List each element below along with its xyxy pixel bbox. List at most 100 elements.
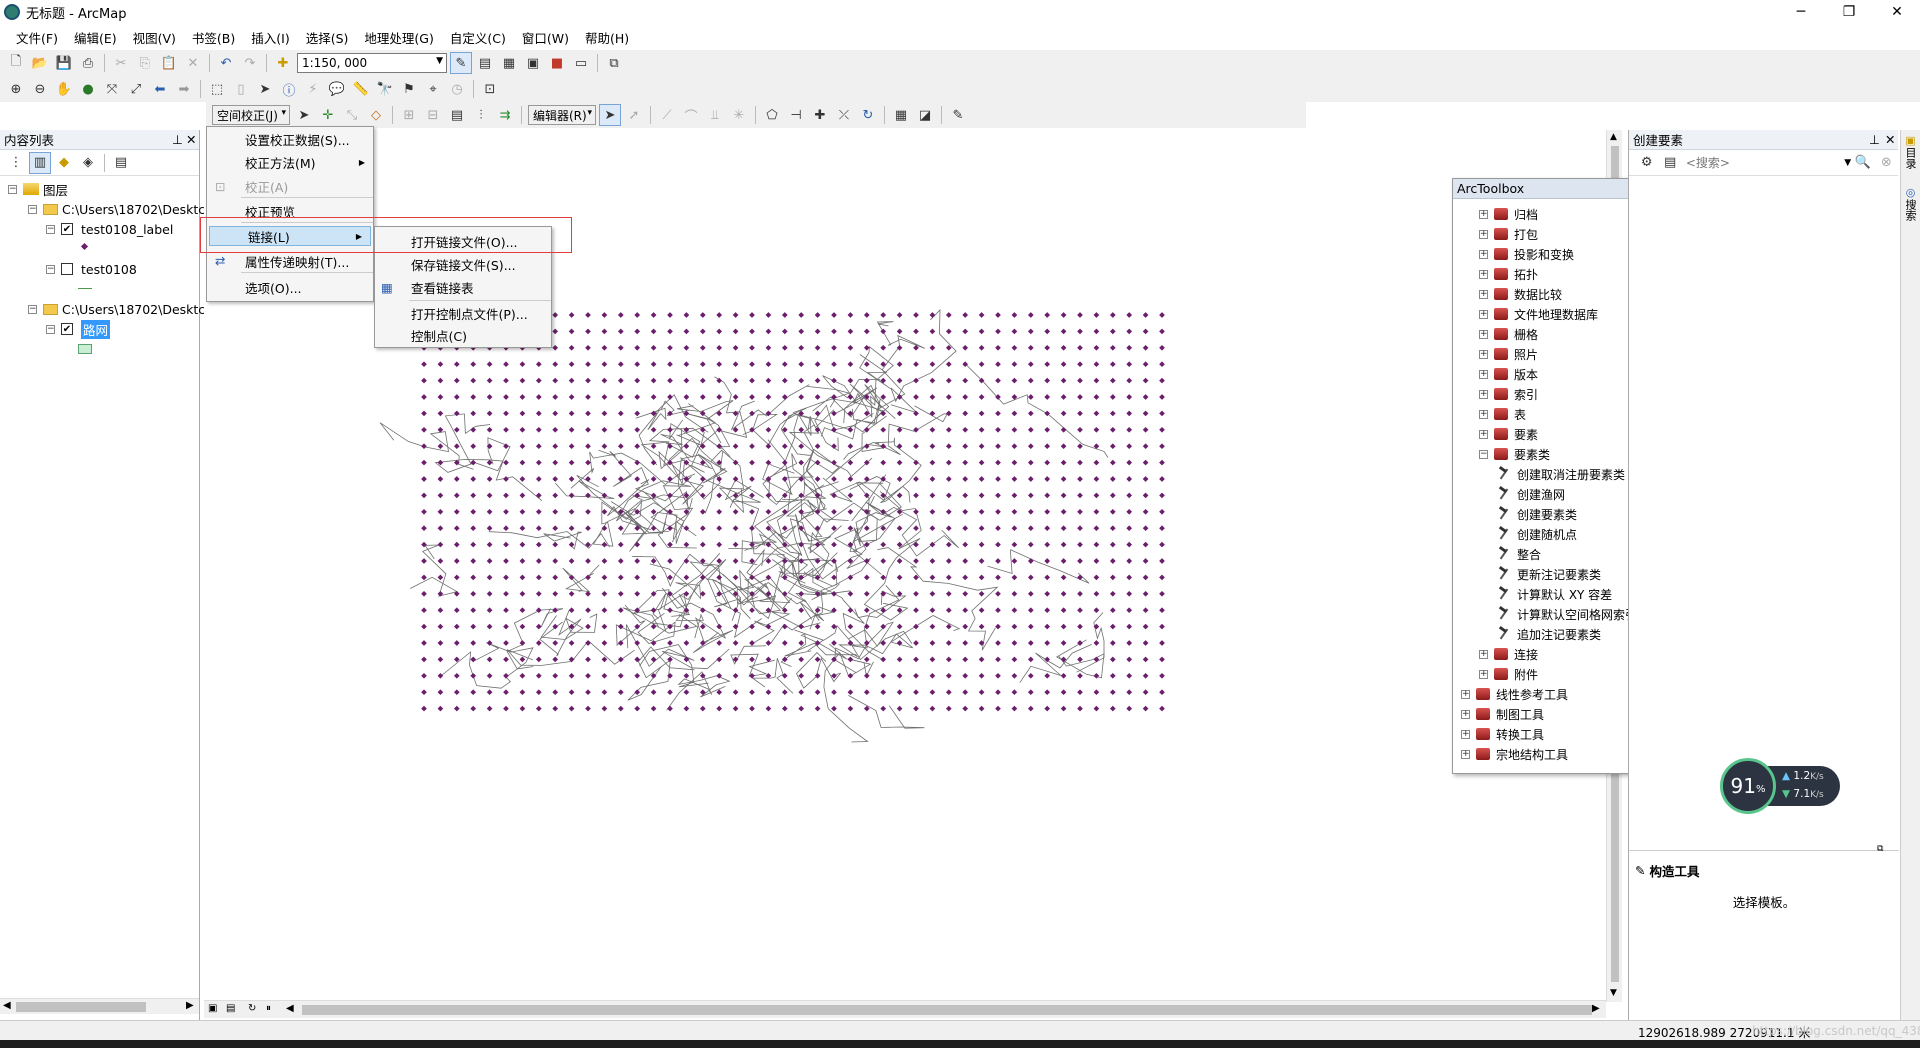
layer-visibility-checkbox[interactable] <box>61 263 73 275</box>
toolbox-tool-item[interactable]: 创建渔网 <box>1497 485 1565 503</box>
layer-road-network[interactable]: − ✔ 路网 <box>46 319 111 339</box>
undo-icon[interactable]: ↶ <box>215 52 237 74</box>
forward-extent-icon[interactable]: ➡ <box>173 78 195 100</box>
list-by-visibility-icon[interactable]: ◆ <box>53 152 75 174</box>
menu-geoprocessing[interactable]: 地理处理(G) <box>356 26 441 49</box>
measure-icon[interactable]: 📏 <box>350 78 372 100</box>
expand-icon[interactable]: + <box>1479 309 1488 319</box>
close-button[interactable]: ✕ <box>1874 0 1920 24</box>
fixed-zoom-in-icon[interactable]: ⤧ <box>101 78 123 100</box>
new-displacement-link-icon[interactable]: ✛ <box>317 104 339 126</box>
edge-match-icon[interactable]: ⫶ <box>470 104 492 126</box>
scroll-right-icon[interactable]: ▶ <box>186 1000 194 1011</box>
pause-drawing-icon[interactable]: ⏸ <box>266 1003 271 1014</box>
toc-horizontal-scrollbar[interactable]: ◀ ▶ <box>0 998 199 1014</box>
layer-test0108[interactable]: − test0108 <box>46 260 137 278</box>
organize-templates-icon[interactable]: ⚙ <box>1636 152 1657 174</box>
edit-annotation-icon[interactable]: ➚ <box>623 104 645 126</box>
editor-toolbar-icon[interactable]: ✎ <box>450 52 472 74</box>
menu-insert[interactable]: 插入(I) <box>243 26 297 49</box>
minimize-button[interactable]: ─ <box>1778 0 1824 24</box>
scroll-right-icon[interactable]: ▶ <box>1592 1003 1600 1014</box>
expand-icon[interactable]: + <box>1461 729 1470 739</box>
toolbox-tool-item[interactable]: 计算默认 XY 容差 <box>1497 585 1612 603</box>
toolset-item[interactable]: + 照片 <box>1479 345 1538 363</box>
splitter-toggle-icon[interactable]: ⧉ <box>1877 844 1883 854</box>
toolset-item[interactable]: + 投影和变换 <box>1479 245 1574 263</box>
collapse-icon[interactable]: − <box>46 324 55 334</box>
editor-dropdown[interactable]: 编辑器(R) ▾ <box>528 105 596 125</box>
full-extent-icon[interactable]: ● <box>77 78 99 100</box>
save-icon[interactable]: 💾 <box>53 52 75 74</box>
identify-icon[interactable]: ⓘ <box>278 78 300 100</box>
menu-item-adjust-method[interactable]: 校正方法(M) ▶ <box>207 152 373 172</box>
toolset-item[interactable]: − 要素类 <box>1479 445 1550 463</box>
expand-icon[interactable]: + <box>1479 349 1488 359</box>
expand-icon[interactable]: + <box>1461 749 1470 759</box>
fixed-zoom-out-icon[interactable]: ⤢ <box>125 78 147 100</box>
toolset-item[interactable]: + 栅格 <box>1479 325 1538 343</box>
edit-tool-icon[interactable]: ➤ <box>599 104 621 126</box>
toolbox-item[interactable]: + 线性参考工具 <box>1461 685 1568 703</box>
data-source-group-2[interactable]: − C:\Users\18702\Desktc <box>28 300 205 318</box>
rotate-icon[interactable]: ↻ <box>857 104 879 126</box>
collapse-icon[interactable]: − <box>8 184 17 194</box>
endpoint-arc-icon[interactable]: ⌒ <box>680 104 702 126</box>
open-icon[interactable]: 📂 <box>29 52 51 74</box>
list-by-source-icon[interactable]: ▥ <box>29 151 51 174</box>
map-scale-combo[interactable]: 1:150, 000 ▼ <box>297 53 447 73</box>
expand-icon[interactable]: + <box>1479 649 1488 659</box>
menu-item-save-link-file[interactable]: 保存链接文件(S)... <box>375 254 551 274</box>
cut-icon[interactable]: ✂ <box>110 52 132 74</box>
arctoolbox-window-icon[interactable]: ■ <box>546 52 568 74</box>
layers-root[interactable]: − 图层 <box>8 180 68 198</box>
toolbox-item[interactable]: + 制图工具 <box>1461 705 1544 723</box>
expand-icon[interactable]: + <box>1479 429 1488 439</box>
menu-item-view-link-table[interactable]: ▦ 查看链接表 <box>375 277 551 297</box>
data-view-icon[interactable]: ▣ <box>208 1003 217 1014</box>
toolset-item[interactable]: + 归档 <box>1479 205 1538 223</box>
menu-edit[interactable]: 编辑(E) <box>66 26 125 49</box>
zoom-out-icon[interactable]: ⊖ <box>29 78 51 100</box>
scroll-left-icon[interactable]: ◀ <box>286 1003 294 1014</box>
attribute-transfer-icon[interactable]: ⇉ <box>494 104 516 126</box>
sketch-properties-icon[interactable]: ◪ <box>914 104 936 126</box>
collapse-icon[interactable]: − <box>28 204 37 214</box>
modify-link-icon[interactable]: ⤡ <box>341 104 363 126</box>
point-icon[interactable]: ✳ <box>728 104 750 126</box>
clear-selection-icon[interactable]: ▯ <box>230 78 252 100</box>
map-horizontal-scrollbar[interactable]: ▣ ▤ ↻ ⏸ ◀ ▶ <box>204 1000 1606 1018</box>
hyperlink-icon[interactable]: ⚡ <box>302 78 324 100</box>
edit-vertices-icon[interactable]: ⬠ <box>761 104 783 126</box>
data-source-group-1[interactable]: − C:\Users\18702\Desktc <box>28 200 205 218</box>
collapse-icon[interactable]: − <box>46 264 55 274</box>
toolbox-tool-item[interactable]: 更新注记要素类 <box>1497 565 1601 583</box>
print-icon[interactable]: ⎙ <box>77 52 99 74</box>
search-window-icon[interactable]: ▣ <box>522 52 544 74</box>
toolset-item[interactable]: + 数据比较 <box>1479 285 1562 303</box>
copy-icon[interactable]: ⎘ <box>134 52 156 74</box>
split-icon[interactable]: ⤫ <box>833 104 855 126</box>
menu-bookmarks[interactable]: 书签(B) <box>184 26 243 49</box>
straight-segment-icon[interactable]: ⟋ <box>656 104 678 126</box>
toolset-item[interactable]: + 拓扑 <box>1479 265 1538 283</box>
expand-icon[interactable]: + <box>1479 249 1488 259</box>
toc-window-icon[interactable]: ▤ <box>474 52 496 74</box>
expand-icon[interactable]: + <box>1479 289 1488 299</box>
toolbox-tool-item[interactable]: 创建要素类 <box>1497 505 1577 523</box>
expand-icon[interactable]: + <box>1479 229 1488 239</box>
georeferencing-dropdown[interactable]: 空间校正(J) ▾ <box>212 105 290 125</box>
menu-windows[interactable]: 窗口(W) <box>514 26 577 49</box>
toolbox-tool-item[interactable]: 计算默认空间格网索引 <box>1497 605 1637 623</box>
delete-icon[interactable]: ✕ <box>182 52 204 74</box>
collapse-icon[interactable]: − <box>1479 449 1488 459</box>
network-meter-widget[interactable]: 91% ▲ 1.2K/s ▼ 7.1K/s <box>1720 758 1840 814</box>
find-icon[interactable]: 🔭 <box>374 78 396 100</box>
list-by-selection-icon[interactable]: ◈ <box>77 152 99 174</box>
select-links-icon[interactable]: ➤ <box>293 104 315 126</box>
expand-icon[interactable]: + <box>1479 369 1488 379</box>
expand-icon[interactable]: + <box>1479 209 1488 219</box>
view-link-table-icon[interactable]: ▤ <box>446 104 468 126</box>
paste-icon[interactable]: 📋 <box>158 52 180 74</box>
list-by-drawing-order-icon[interactable]: ⋮ <box>5 152 27 174</box>
